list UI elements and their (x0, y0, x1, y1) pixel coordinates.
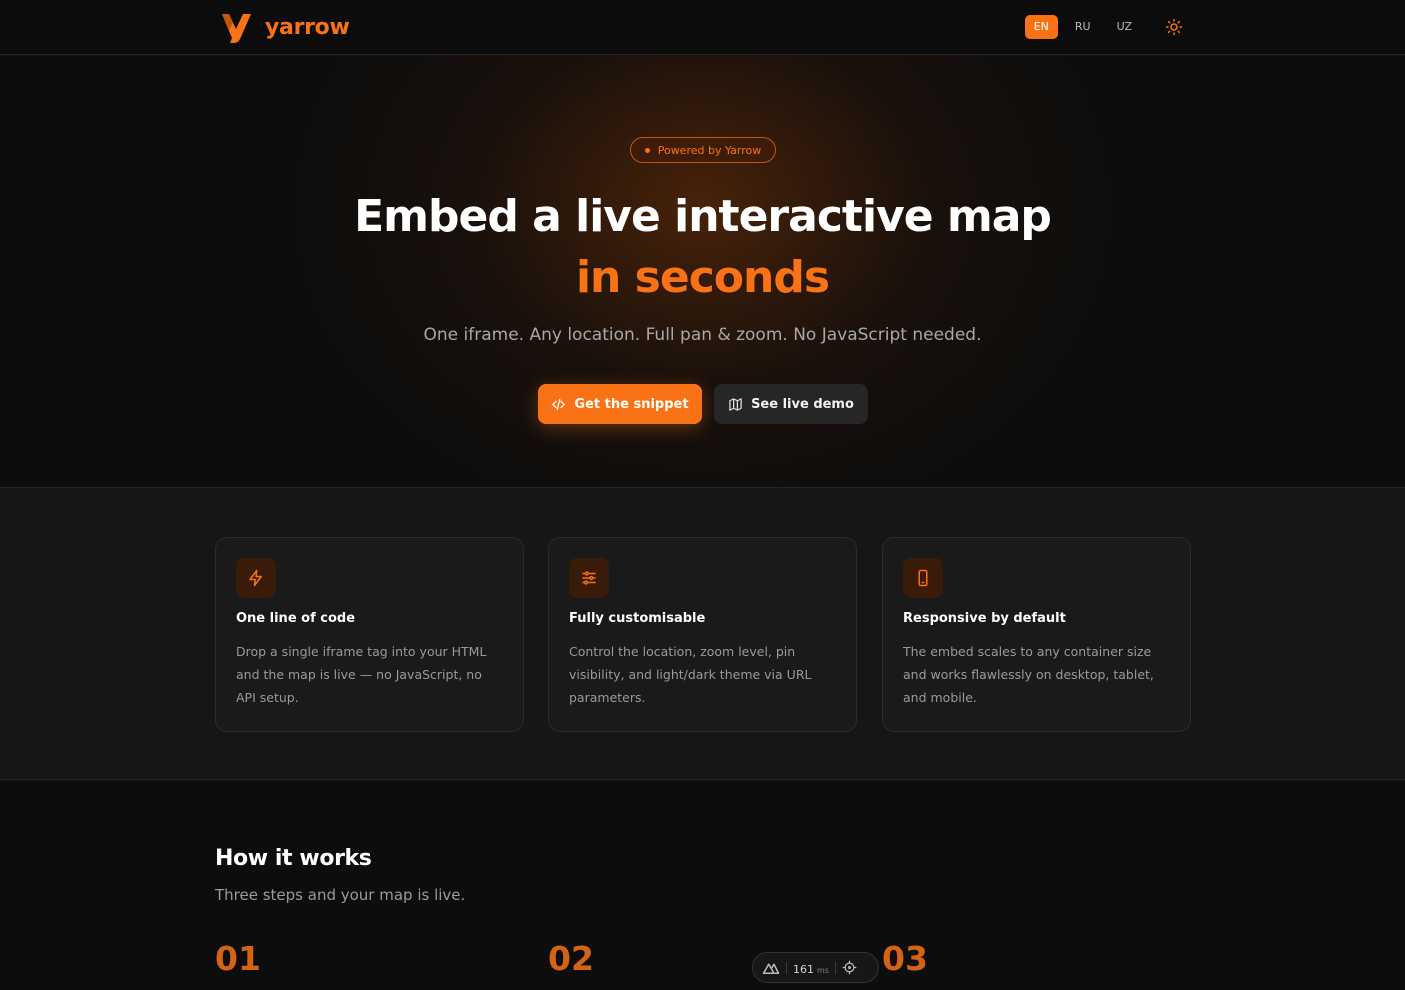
hero-subtitle: One iframe. Any location. Full pan & zoo… (423, 325, 982, 345)
powered-by-badge: Powered by Yarrow (630, 137, 776, 163)
brand-name: yarrow (265, 14, 350, 40)
see-live-demo-button[interactable]: See live demo (714, 384, 868, 424)
lang-ru-button[interactable]: RU (1066, 15, 1100, 39)
dev-toolbar[interactable]: 161 ms (752, 952, 879, 983)
sun-icon (1165, 18, 1183, 36)
badge-label: Powered by Yarrow (657, 143, 762, 157)
top-navbar: yarrow EN RU UZ (0, 0, 1405, 55)
lang-uz-button[interactable]: UZ (1108, 15, 1141, 39)
lightning-icon (249, 569, 262, 587)
language-switcher: EN RU UZ (1017, 15, 1190, 39)
features-section: One line of code Drop a single iframe ta… (0, 489, 1405, 780)
feature-description: Drop a single iframe tag into your HTML … (236, 644, 487, 705)
section-subtitle: Three steps and your map is live. (215, 886, 466, 904)
smartphone-icon (918, 569, 928, 587)
hero-title-accent: in seconds (575, 252, 830, 303)
feature-icon-box (903, 558, 943, 598)
feature-card-one-line: One line of code Drop a single iframe ta… (215, 537, 524, 732)
feature-title: One line of code (236, 611, 356, 626)
yarrow-logo-icon (222, 13, 251, 43)
get-snippet-label: Get the snippet (574, 396, 689, 412)
map-icon (729, 397, 742, 411)
feature-card-customisable: Fully customisable Control the location,… (548, 537, 857, 732)
crosshair-icon[interactable] (842, 960, 857, 975)
get-snippet-button[interactable]: Get the snippet (538, 384, 702, 424)
feature-card-responsive: Responsive by default The embed scales t… (882, 537, 1191, 732)
step-number: 01 (215, 939, 261, 978)
badge-dot-icon (644, 147, 650, 153)
toolbar-divider (834, 961, 836, 974)
see-live-demo-label: See live demo (751, 396, 854, 412)
hero-title: Embed a live interactive map in seconds (0, 186, 1405, 308)
feature-icon-box (569, 558, 609, 598)
hero-section: Powered by Yarrow Embed a live interacti… (0, 56, 1405, 488)
step-number: 03 (882, 939, 928, 978)
section-title: How it works (215, 846, 372, 871)
latency-readout: 161 ms (793, 958, 829, 977)
feature-title: Fully customisable (569, 611, 706, 626)
step-number: 02 (548, 939, 594, 978)
how-it-works-section: How it works Three steps and your map is… (0, 781, 1405, 990)
lang-en-button[interactable]: EN (1024, 15, 1058, 39)
toolbar-divider (786, 961, 787, 974)
hero-title-line1: Embed a live interactive map (354, 191, 1052, 242)
latency-value: 161 (793, 963, 814, 976)
feature-title: Responsive by default (903, 611, 1066, 626)
latency-unit: ms (817, 966, 829, 975)
feature-icon-box (236, 558, 276, 598)
nuxt-logo-icon[interactable] (762, 961, 780, 975)
code-icon (552, 398, 566, 410)
feature-description: The embed scales to any container size a… (903, 644, 1154, 705)
brand-logo[interactable]: yarrow (220, 9, 350, 45)
sliders-icon (582, 571, 596, 585)
feature-description: Control the location, zoom level, pin vi… (569, 644, 812, 705)
theme-toggle-button[interactable] (1163, 16, 1185, 38)
